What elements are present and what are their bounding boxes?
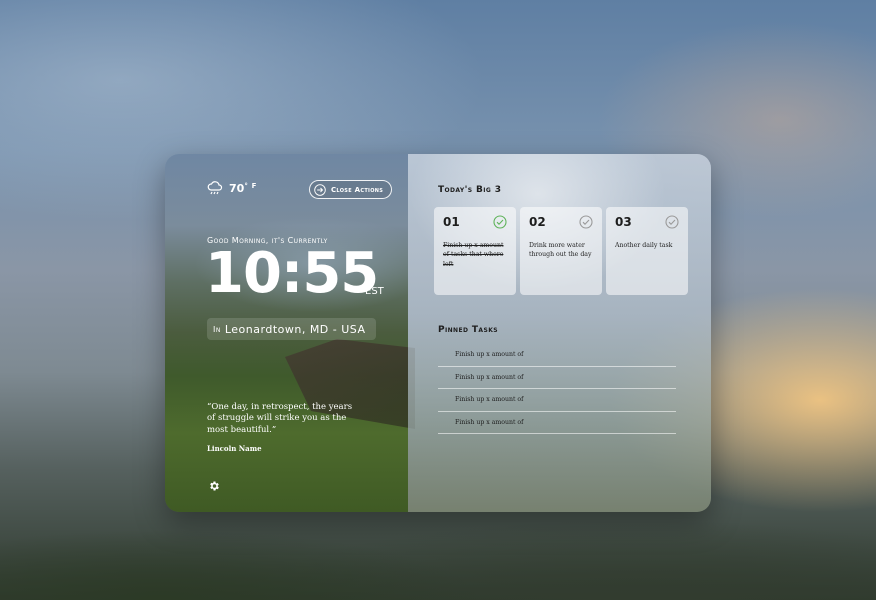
dashboard-card: 70° F Close Actions Good Morning, it's C… [165, 154, 711, 512]
big3-task-card[interactable]: 02 Drink more water through out the day [520, 207, 602, 295]
clock-panel: 70° F Close Actions Good Morning, it's C… [165, 154, 408, 512]
checkmark-circle-icon[interactable] [665, 215, 679, 229]
clock-time: 10:55 [205, 241, 379, 306]
quote-author: Lincoln Name [207, 444, 262, 453]
pinned-task-item[interactable]: Finish up x amount of [438, 389, 676, 412]
checkmark-circle-icon[interactable] [579, 215, 593, 229]
big3-task-list: 01 Finish up x amount of tasks that wher… [434, 207, 688, 295]
checkmark-circle-icon[interactable] [493, 215, 507, 229]
close-actions-label: Close Actions [331, 185, 384, 194]
location-name: Leonardtown, MD - USA [224, 322, 366, 336]
pinned-task-item[interactable]: Finish up x amount of [438, 367, 676, 389]
gear-icon[interactable] [208, 480, 220, 492]
big3-task-card[interactable]: 03 Another daily task [606, 207, 688, 295]
big3-title: Today's Big 3 [438, 185, 502, 195]
location-badge[interactable]: In Leonardtown, MD - USA [207, 318, 376, 340]
task-text: Drink more water through out the day [529, 242, 592, 259]
close-actions-button[interactable]: Close Actions [309, 180, 393, 199]
temperature: 70° F [229, 181, 257, 195]
arrow-circle-right-icon [314, 183, 326, 196]
pinned-task-item[interactable]: Finish up x amount of [438, 344, 676, 367]
task-text: Finish up x amount of tasks that where l… [443, 242, 504, 268]
tasks-panel: Today's Big 3 01 Finish up x amount of t… [408, 154, 711, 512]
pinned-task-list: Finish up x amount of Finish up x amount… [438, 344, 676, 434]
pinned-task-item[interactable]: Finish up x amount of [438, 412, 676, 434]
pinned-tasks-title: Pinned Tasks [438, 325, 498, 335]
weather-widget: 70° F [207, 180, 256, 196]
location-prefix: In [213, 324, 221, 334]
big3-task-card[interactable]: 01 Finish up x amount of tasks that wher… [434, 207, 516, 295]
quote-text: “One day, in retrospect, the years of st… [207, 402, 353, 435]
rain-cloud-icon [207, 181, 223, 195]
task-text: Another daily task [615, 242, 673, 249]
clock-timezone: EST [365, 286, 384, 297]
